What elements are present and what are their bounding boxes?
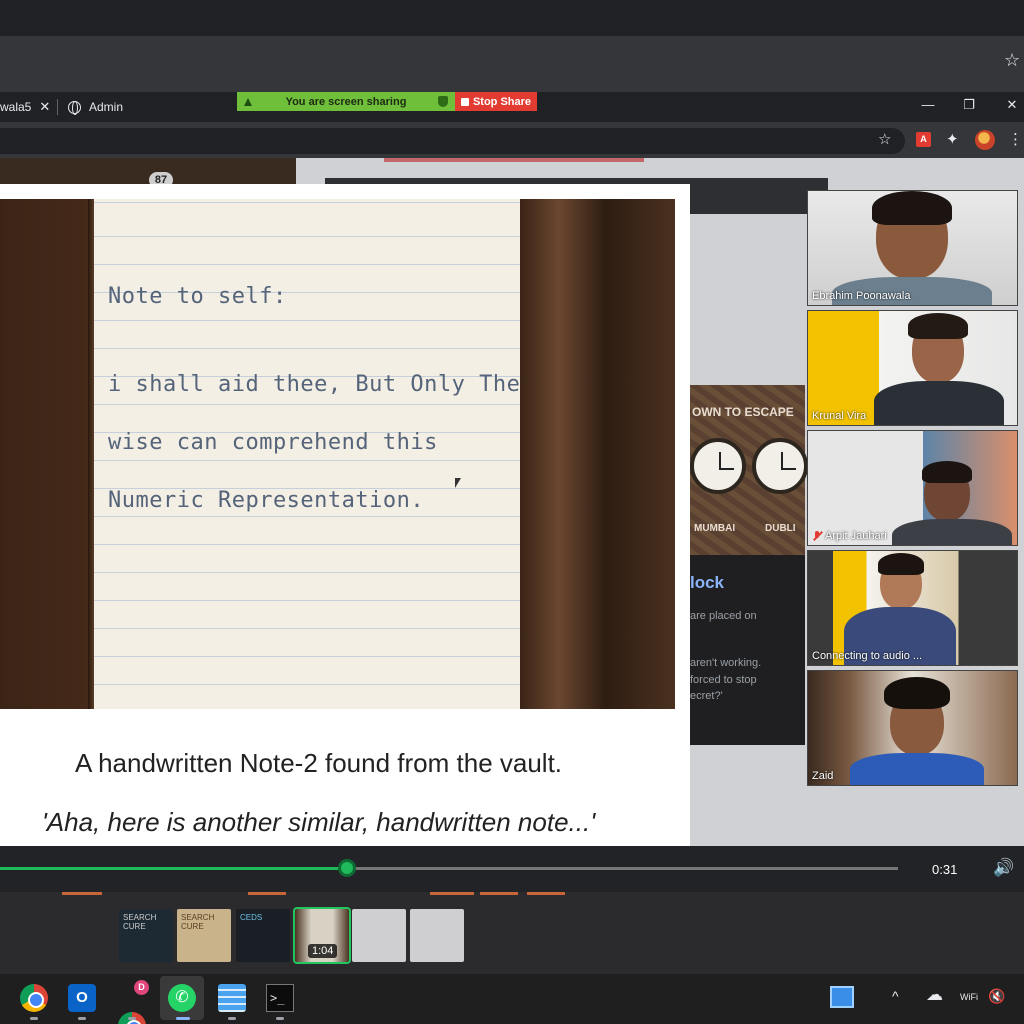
tab-separator bbox=[57, 99, 58, 115]
profile-avatar[interactable] bbox=[975, 130, 995, 150]
stop-share-label: Stop Share bbox=[472, 95, 532, 108]
stop-icon bbox=[460, 97, 469, 106]
terminal-icon[interactable]: >_ bbox=[266, 984, 294, 1012]
participant-name: Connecting to audio ... bbox=[812, 650, 923, 662]
chrome-profile-badge: D bbox=[134, 980, 149, 995]
bookmark-star-icon[interactable]: ☆ bbox=[878, 130, 891, 148]
city-label: DUBLI bbox=[765, 523, 796, 534]
strip-marker bbox=[62, 892, 102, 895]
clock-icon bbox=[690, 438, 746, 494]
video-seek-handle[interactable] bbox=[338, 859, 356, 877]
wifi-icon[interactable]: WiFi bbox=[960, 992, 978, 1002]
slide-thumbnail[interactable]: SEARCH CURE bbox=[119, 909, 173, 962]
window-snap-icon[interactable] bbox=[830, 986, 854, 1008]
clock-icon bbox=[752, 438, 808, 494]
participant-name: Arpit Jauhari bbox=[812, 530, 887, 542]
strip-marker bbox=[527, 892, 565, 895]
minimize-button[interactable]: — bbox=[918, 97, 938, 113]
screen-sharing-banner: You are screen sharing bbox=[237, 92, 455, 111]
notepad-icon[interactable] bbox=[218, 984, 246, 1012]
city-label: MUMBAI bbox=[694, 523, 736, 534]
outer-bookmark-star-icon[interactable]: ☆ bbox=[1004, 50, 1024, 74]
strip-marker bbox=[248, 892, 286, 895]
volume-muted-icon[interactable]: 🔇 bbox=[988, 988, 1005, 1005]
onedrive-cloud-icon[interactable]: ☁ bbox=[926, 985, 943, 1005]
tray-chevron-icon[interactable]: ^ bbox=[892, 988, 899, 1004]
participant-tile[interactable]: Krunal Vira bbox=[807, 310, 1018, 426]
tab-label: wala5 bbox=[0, 100, 32, 114]
page-red-text bbox=[384, 158, 644, 162]
stop-share-button[interactable]: Stop Share bbox=[455, 92, 537, 111]
extensions-puzzle-icon[interactable]: ✦ bbox=[946, 130, 959, 148]
tab-close-icon[interactable]: ✕ bbox=[39, 99, 50, 115]
note-line: Numeric Representation. bbox=[108, 488, 425, 513]
volume-icon[interactable]: 🔊 bbox=[993, 858, 1014, 878]
background-card-heading: lock bbox=[690, 573, 725, 592]
video-time: 0:31 bbox=[932, 862, 958, 877]
taskbar-indicator bbox=[276, 1017, 284, 1020]
slide-thumbnail[interactable] bbox=[352, 909, 406, 962]
taskbar-indicator bbox=[128, 1017, 136, 1020]
outlook-icon[interactable]: O bbox=[68, 984, 96, 1012]
chrome-icon[interactable] bbox=[20, 984, 48, 1012]
participant-name: Krunal Vira bbox=[812, 410, 867, 422]
close-button[interactable]: ✕ bbox=[1002, 97, 1022, 113]
background-card-line: aren't working. bbox=[690, 657, 762, 669]
taskbar-indicator bbox=[176, 1017, 190, 1020]
strip-marker bbox=[480, 892, 518, 895]
note-line: i shall aid thee, But Only The bbox=[108, 372, 521, 397]
browser-menu-icon[interactable]: ⋮ bbox=[1008, 130, 1023, 148]
note-line: Note to self: bbox=[108, 284, 287, 309]
slide-thumbnail[interactable] bbox=[410, 909, 464, 962]
video-seek-progress bbox=[0, 867, 347, 870]
pdf-extension-icon[interactable]: A bbox=[916, 132, 931, 147]
thumbnail-duration: 1:04 bbox=[308, 944, 338, 958]
slide-thumbnail[interactable]: CEDS bbox=[236, 909, 290, 962]
background-card-line: are placed on bbox=[690, 610, 757, 622]
taskbar bbox=[0, 974, 1024, 1024]
omnibox[interactable] bbox=[0, 128, 905, 154]
note-line: wise can comprehend this bbox=[108, 430, 438, 455]
sharing-arrow-icon bbox=[244, 98, 252, 106]
participant-tile[interactable]: Connecting to audio ... bbox=[807, 550, 1018, 666]
mouse-cursor-icon bbox=[455, 478, 461, 488]
tab-admin[interactable]: Admin bbox=[68, 95, 123, 119]
slide-quote: 'Aha, here is another similar, handwritt… bbox=[41, 807, 596, 837]
outer-title-bar bbox=[0, 0, 1024, 36]
taskbar-indicator bbox=[30, 1017, 38, 1020]
tab-label: Admin bbox=[89, 100, 124, 114]
strip-marker bbox=[430, 892, 474, 895]
mic-muted-icon bbox=[812, 531, 822, 541]
slide-thumbnail[interactable]: SEARCH CURE bbox=[177, 909, 231, 962]
outer-toolbar bbox=[0, 36, 1024, 92]
whatsapp-icon[interactable]: ✆ bbox=[168, 984, 196, 1012]
slide-thumbnail-selected[interactable]: 1:04 bbox=[293, 907, 351, 964]
participant-tile[interactable]: Ebrahim Poonawala bbox=[807, 190, 1018, 306]
participant-name: Zaid bbox=[812, 770, 834, 782]
participant-name: Ebrahim Poonawala bbox=[812, 290, 911, 302]
shield-icon bbox=[438, 96, 448, 107]
taskbar-indicator bbox=[78, 1017, 86, 1020]
globe-icon bbox=[68, 100, 81, 115]
background-card-title: OWN TO ESCAPE bbox=[692, 405, 794, 419]
participant-tile[interactable]: Arpit Jauhari bbox=[807, 430, 1018, 546]
sharing-status-text: You are screen sharing bbox=[285, 95, 407, 108]
background-card-line: ecret?' bbox=[690, 690, 723, 702]
background-card-line: forced to stop bbox=[690, 674, 757, 686]
tab-wala5[interactable]: wala5 ✕ bbox=[0, 95, 50, 119]
slide-photo-shelf bbox=[520, 199, 675, 709]
page-header-image bbox=[0, 158, 296, 186]
taskbar-indicator bbox=[228, 1017, 236, 1020]
slide-caption: A handwritten Note-2 found from the vaul… bbox=[74, 748, 563, 778]
participant-tile[interactable]: Zaid bbox=[807, 670, 1018, 786]
restore-button[interactable]: ❐ bbox=[959, 97, 979, 113]
